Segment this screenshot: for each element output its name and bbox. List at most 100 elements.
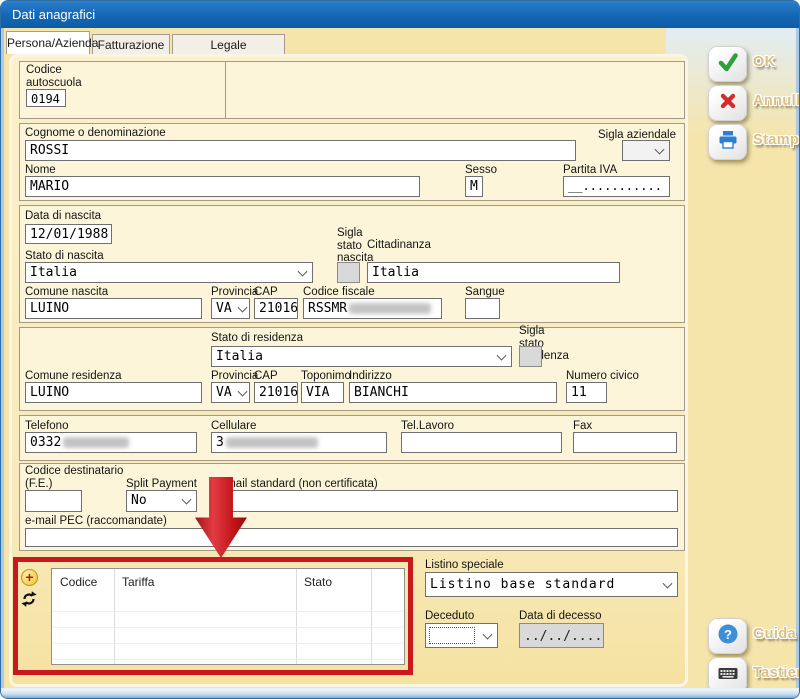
email-standard-input[interactable] [216,490,678,512]
annulla-button[interactable] [708,85,747,121]
provincia-residenza-label: Provincia [211,370,258,383]
listino-speciale-label: Listino speciale [425,559,504,572]
tab-persona-azienda[interactable]: Persona/Azienda [6,31,90,54]
comune-nascita-input[interactable]: LUINO [25,298,202,319]
refresh-icon[interactable] [20,590,38,608]
email-pec-input[interactable] [25,528,678,547]
numero-civico-label: Numero civico [566,370,639,383]
chevron-down-icon [298,266,308,276]
cellulare-label: Cellulare [211,420,256,433]
data-nascita-input[interactable]: 12/01/1988 [25,224,112,244]
codice-fiscale-redaction [349,303,431,314]
codice-destinatario-label: Codice destinatario (F.E.) [25,465,140,490]
split-payment-select[interactable]: No [126,490,197,512]
deceduto-select[interactable] [425,623,498,648]
tab-fatturazione-a[interactable]: Fatturazione a [92,34,170,54]
split-payment-label: Split Payment [126,478,197,491]
telefono-redaction [63,437,129,448]
cognome-label: Cognome o denominazione [25,127,166,140]
toponimo-label: Toponimo [301,370,351,383]
data-nascita-label: Data di nascita [25,210,101,223]
cellulare-visible: 3 [216,435,224,450]
email-pec-label: e-mail PEC (raccomandate) [25,515,167,528]
listino-speciale-select[interactable]: Listino base standard [425,572,678,597]
group-divider [225,62,226,118]
sesso-input[interactable]: M [465,176,483,197]
cap-residenza-input[interactable]: 21016 [254,382,298,403]
codice-destinatario-input[interactable] [25,490,82,512]
fax-label: Fax [573,420,592,433]
cittadinanza-label: Cittadinanza [367,239,431,252]
cellulare-input[interactable]: 3 [211,432,387,453]
focus-marquee [429,627,475,644]
comune-residenza-label: Comune residenza [25,370,122,383]
codice-autoscuola-input[interactable]: 0194 [26,89,66,107]
chevron-down-icon [483,629,493,639]
comune-residenza-input[interactable]: LUINO [25,382,202,403]
ok-button[interactable] [708,46,747,82]
provincia-nascita-label: Provincia [211,286,258,299]
chevron-down-icon [238,302,248,312]
data-decesso-field: ../../.... [519,623,604,648]
email-standard-label: e-mail standard (non certificata) [216,478,378,491]
cap-nascita-input[interactable]: 21016 [254,298,298,319]
codice-fiscale-input[interactable]: RSSMR [303,298,442,319]
sigla-aziendale-select[interactable] [622,140,670,161]
deceduto-label: Deceduto [425,610,474,623]
numero-civico-input[interactable]: 11 [566,382,607,403]
stampa-label: Stampa [753,132,800,148]
nome-label: Nome [25,164,56,177]
cap-nascita-label: CAP [254,286,278,299]
add-tariffa-button[interactable]: + [21,569,38,586]
partita-iva-input[interactable]: __........... [563,176,670,197]
codice-fiscale-label: Codice fiscale [303,286,375,299]
sangue-input[interactable] [465,298,500,319]
sangue-label: Sangue [465,286,505,299]
telefono-input[interactable]: 0332 [25,432,197,453]
stato-residenza-label: Stato di residenza [211,332,303,345]
stato-residenza-select[interactable]: Italia [211,346,512,367]
codice-fiscale-visible: RSSMR [308,301,347,316]
red-highlight-box [13,557,413,675]
guida-label: Guida [753,626,796,642]
sigla-stato-nascita-field [337,262,360,283]
provincia-nascita-select[interactable]: VA [211,298,250,319]
window-bottom-edge [1,688,799,698]
tab-label: Persona/Azienda [7,36,98,50]
fax-input[interactable] [573,432,677,453]
stampa-button[interactable] [708,124,747,160]
chevron-down-icon [497,350,507,360]
tel-lavoro-label: Tel.Lavoro [401,420,454,433]
window-title: Dati anagrafici [12,7,95,22]
chevron-down-icon [663,578,673,588]
toponimo-input[interactable]: VIA [301,382,344,403]
sigla-stato-residenza-field [519,346,542,367]
tab-legale-rappresentante[interactable]: Legale rappresentante [172,34,285,54]
annulla-label: Annulla [753,93,800,109]
printer-icon [717,130,739,155]
data-decesso-label: Data di decesso [519,610,601,623]
guida-button[interactable]: ? [708,618,747,654]
stato-nascita-select[interactable]: Italia [25,262,313,283]
indirizzo-input[interactable]: BIANCHI [349,382,557,403]
stato-nascita-value: Italia [30,265,77,280]
ok-label: OK [753,54,776,70]
codice-autoscuola-label: Codice autoscuola [26,64,88,89]
provincia-nascita-value: VA [216,301,232,316]
cognome-input[interactable]: ROSSI [25,140,576,161]
telefono-label: Telefono [25,420,68,433]
cittadinanza-input[interactable]: Italia [367,262,620,283]
dialog-window: Dati anagrafici Persona/Azienda Fatturaz… [0,0,800,699]
partita-iva-label: Partita IVA [563,164,617,177]
check-icon [716,51,740,78]
split-payment-value: No [131,493,147,508]
stato-residenza-value: Italia [216,349,263,364]
telefono-visible: 0332 [30,435,61,450]
cellulare-redaction [226,437,318,448]
provincia-residenza-select[interactable]: VA [211,382,250,403]
chevron-down-icon [655,144,665,154]
nome-input[interactable]: MARIO [25,176,420,197]
x-icon [718,91,738,116]
sesso-label: Sesso [465,164,497,177]
tel-lavoro-input[interactable] [401,432,562,453]
